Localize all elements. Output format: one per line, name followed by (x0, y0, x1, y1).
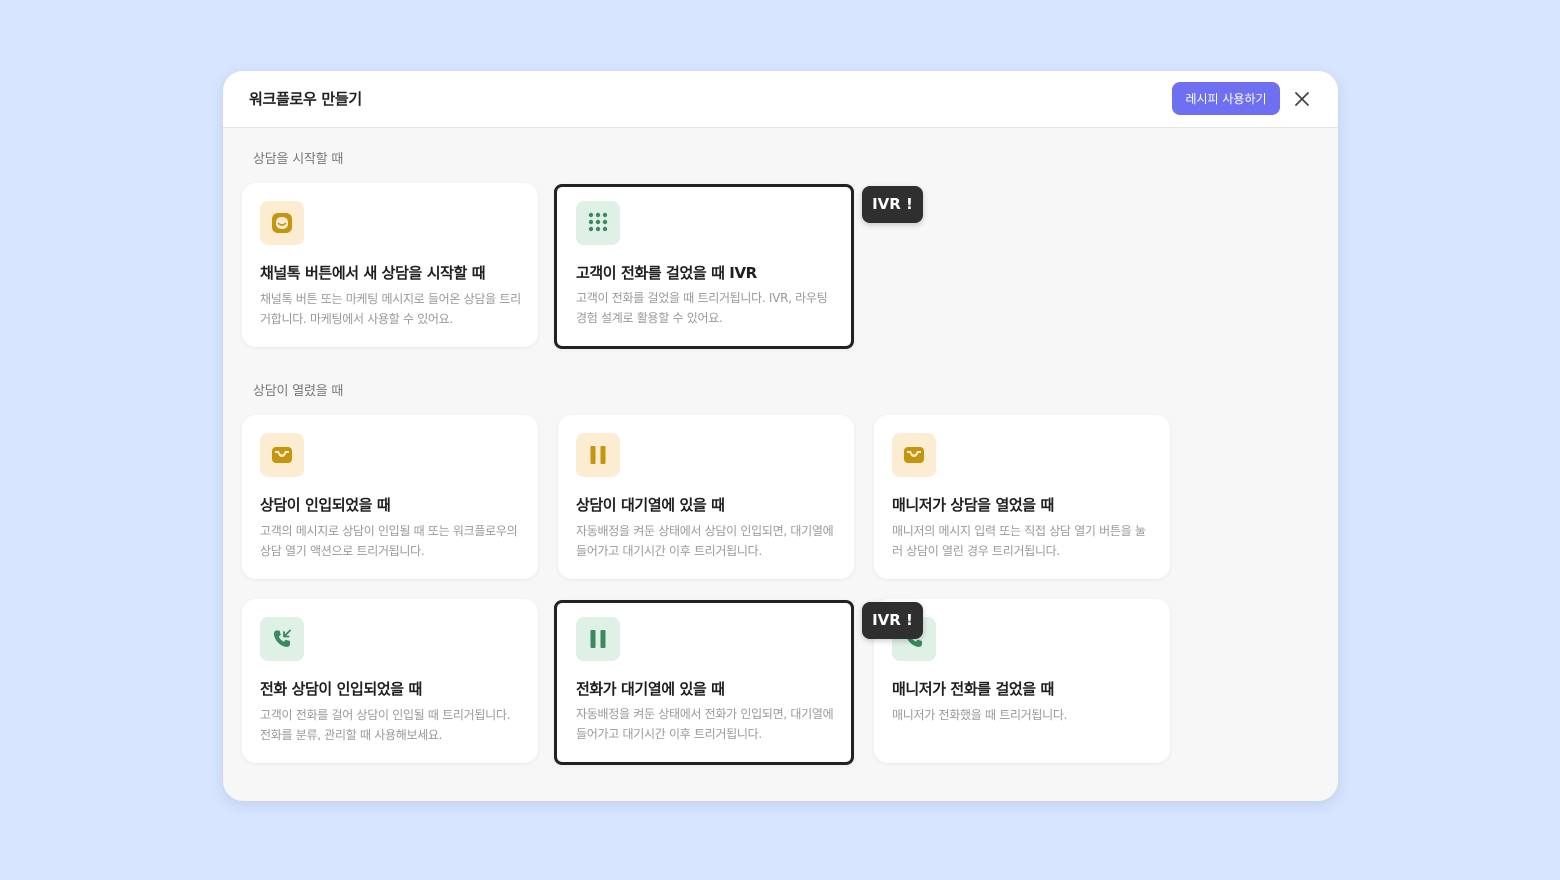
card-title: 채널톡 버튼에서 새 상담을 시작할 때 (260, 264, 486, 282)
use-recipe-button[interactable]: 레시피 사용하기 (1172, 82, 1280, 115)
card-description: 고객이 전화를 걸었을 때 트리거됩니다. IVR, 라우팅 경험 설계로 활용… (576, 291, 828, 325)
card-icon-box (892, 433, 936, 477)
card-title: 매니저가 상담을 열었을 때 (892, 496, 1054, 514)
card-title: 매니저가 전화를 걸었을 때 (892, 680, 1054, 698)
inbox-icon (904, 447, 924, 463)
trigger-card-call-incoming[interactable]: 전화 상담이 인입되었을 때 고객이 전화를 걸어 상담이 인입될 때 트리거됩… (242, 599, 538, 763)
close-icon (1295, 92, 1309, 106)
trigger-card-manager-opened[interactable]: 매니저가 상담을 열었을 때 매니저의 메시지 입력 또는 직접 상담 열기 버… (874, 415, 1170, 579)
card-description: 매니저의 메시지 입력 또는 직접 상담 열기 버튼을 눌러 상담이 열린 경우… (892, 524, 1146, 558)
ivr-tooltip: IVR ! (862, 186, 923, 223)
trigger-card-customer-call-ivr[interactable]: 고객이 전화를 걸었을 때 IVR 고객이 전화를 걸었을 때 트리거됩니다. … (554, 184, 854, 349)
card-description: 자동배정을 켜둔 상태에서 전화가 인입되면, 대기열에 들어가고 대기시간 이… (576, 707, 834, 741)
card-title: 상담이 대기열에 있을 때 (576, 496, 725, 514)
card-icon-box (576, 433, 620, 477)
card-icon-box (260, 617, 304, 661)
card-icon-box (576, 617, 620, 661)
card-title: 전화가 대기열에 있을 때 (576, 680, 725, 698)
trigger-card-chat-queue[interactable]: 상담이 대기열에 있을 때 자동배정을 켜둔 상태에서 상담이 인입되면, 대기… (558, 415, 854, 579)
card-title: 상담이 인입되었을 때 (260, 496, 391, 514)
trigger-card-call-queue[interactable]: 전화가 대기열에 있을 때 자동배정을 켜둔 상태에서 전화가 인입되면, 대기… (554, 600, 854, 765)
section-label-start: 상담을 시작할 때 (253, 152, 344, 167)
card-description: 매니저가 전화했을 때 트리거됩니다. (892, 708, 1068, 722)
workflow-modal: 워크플로우 만들기 레시피 사용하기 상담을 시작할 때 채널톡 버튼에서 새 … (223, 71, 1338, 801)
trigger-card-chat-button[interactable]: 채널톡 버튼에서 새 상담을 시작할 때 채널톡 버튼 또는 마케팅 메시지로 … (242, 183, 538, 347)
card-icon-box (260, 433, 304, 477)
card-icon-box (260, 201, 304, 245)
chat-bubble-icon (272, 213, 292, 233)
pause-icon (590, 446, 606, 464)
card-description: 자동배정을 켜둔 상태에서 상담이 인입되면, 대기열에 들어가고 대기시간 이… (576, 524, 834, 558)
dialpad-icon (588, 212, 608, 232)
card-icon-box (576, 201, 620, 245)
pause-icon (590, 630, 606, 648)
card-description: 고객의 메시지로 상담이 인입될 때 또는 워크플로우의 상담 열기 액션으로 … (260, 524, 518, 558)
card-description: 고객이 전화를 걸어 상담이 인입될 때 트리거됩니다. 전화를 분류, 관리할… (260, 708, 511, 742)
trigger-card-chat-incoming[interactable]: 상담이 인입되었을 때 고객의 메시지로 상담이 인입될 때 또는 워크플로우의… (242, 415, 538, 579)
phone-incoming-icon (274, 629, 291, 647)
card-title: 고객이 전화를 걸었을 때 IVR (576, 264, 757, 282)
inbox-icon (272, 447, 292, 463)
close-button[interactable] (1290, 87, 1314, 111)
card-description: 채널톡 버튼 또는 마케팅 메시지로 들어온 상담을 트리거합니다. 마케팅에서… (260, 292, 521, 326)
card-title: 전화 상담이 인입되었을 때 (260, 680, 422, 698)
modal-header: 워크플로우 만들기 레시피 사용하기 (223, 71, 1338, 128)
modal-title: 워크플로우 만들기 (249, 90, 362, 108)
section-label-opened: 상담이 열렸을 때 (253, 384, 344, 399)
ivr-tooltip: IVR ! (862, 602, 923, 639)
